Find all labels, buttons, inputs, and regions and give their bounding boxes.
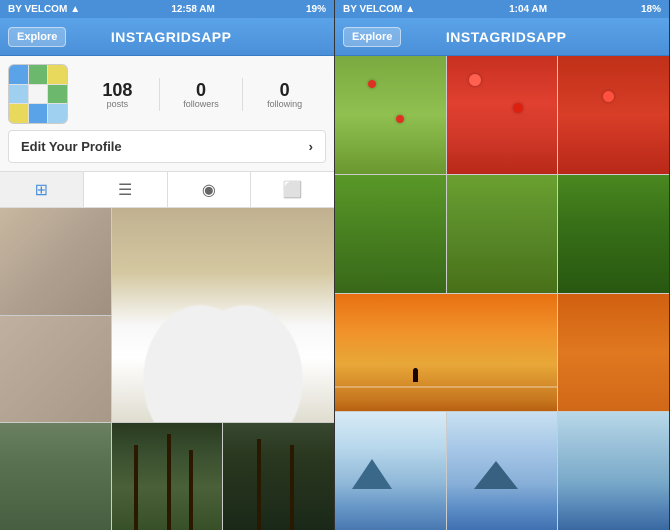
grid-cell-mountain1[interactable]	[335, 412, 446, 530]
app-title-left: INSTAGRIDSAPP	[66, 29, 276, 45]
location-icon: ◉	[202, 180, 216, 200]
person-icon: ⬜	[283, 180, 303, 200]
poppy-2	[396, 115, 404, 123]
status-left: BY VELCOM ▲	[8, 4, 80, 15]
water-horizon	[335, 386, 557, 388]
mountain-peak-1	[352, 459, 392, 489]
battery-label: 19%	[306, 4, 326, 15]
avatar-cell-4	[9, 85, 28, 104]
tab-map[interactable]: ◉	[168, 172, 252, 207]
poppy-big-1	[469, 74, 481, 86]
left-phone: BY VELCOM ▲ 12:58 AM 19% Explore INSTAGR…	[0, 0, 335, 530]
grid-icon: ⊞	[35, 180, 48, 200]
profile-row: 108 posts 0 followers 0 following	[8, 64, 326, 124]
status-right: 19%	[306, 4, 326, 15]
tree-3	[189, 450, 193, 530]
mountain-peak-2	[474, 461, 518, 489]
tab-profile[interactable]: ⬜	[251, 172, 334, 207]
grid-cell-sunset[interactable]	[335, 294, 557, 412]
nav-bar-left: Explore INSTAGRIDSAPP	[0, 18, 334, 56]
avatar	[8, 64, 68, 124]
avatar-cell-2	[29, 65, 48, 84]
carrier-label-right: BY VELCOM	[343, 4, 402, 15]
grid-cell-r5[interactable]	[447, 175, 558, 293]
grid-cell-2[interactable]	[0, 316, 111, 423]
sneaker-image	[112, 208, 334, 422]
right-phone: BY VELCOM ▲ 1:04 AM 18% Explore INSTAGRI…	[335, 0, 670, 530]
poppy-1	[368, 80, 376, 88]
avatar-cell-7	[9, 104, 28, 123]
explore-button-right[interactable]: Explore	[343, 27, 401, 47]
tree-5	[290, 445, 294, 530]
photo-grid-right	[335, 56, 669, 530]
followers-stat: 0 followers	[160, 78, 244, 111]
list-icon: ☰	[118, 180, 132, 200]
avatar-cell-8	[29, 104, 48, 123]
followers-count: 0	[164, 80, 239, 101]
tab-list[interactable]: ☰	[84, 172, 168, 207]
grid-cell-forest1[interactable]	[0, 423, 111, 530]
avatar-cell-9	[48, 104, 67, 123]
following-count: 0	[247, 80, 322, 101]
carrier-label: BY VELCOM	[8, 4, 67, 15]
person-silhouette	[413, 368, 418, 382]
app-title-right: INSTAGRIDSAPP	[401, 29, 611, 45]
poppy-big-3	[603, 91, 614, 102]
grid-cell-mountain2[interactable]	[447, 412, 558, 530]
posts-stat: 108 posts	[76, 78, 160, 111]
edit-profile-label: Edit Your Profile	[21, 139, 122, 154]
wifi-icon: ▲	[70, 4, 80, 15]
followers-label: followers	[164, 99, 239, 109]
tab-grid[interactable]: ⊞	[0, 172, 84, 207]
avatar-cell-6	[48, 85, 67, 104]
tree-2	[167, 434, 171, 530]
status-left-right: BY VELCOM ▲	[343, 4, 415, 15]
avatar-cell-1	[9, 65, 28, 84]
following-stat: 0 following	[243, 78, 326, 111]
wifi-icon-right: ▲	[405, 4, 415, 15]
grid-cell-sneakers[interactable]	[112, 208, 334, 422]
explore-button-left[interactable]: Explore	[8, 27, 66, 47]
following-label: following	[247, 99, 322, 109]
grid-cell-r4[interactable]	[335, 175, 446, 293]
nav-bar-right: Explore INSTAGRIDSAPP	[335, 18, 669, 56]
tree-1	[134, 445, 138, 530]
profile-section: 108 posts 0 followers 0 following Edit Y…	[0, 56, 334, 172]
edit-profile-button[interactable]: Edit Your Profile ›	[8, 130, 326, 163]
avatar-cell-5	[29, 85, 48, 104]
posts-label: posts	[80, 99, 155, 109]
stats-row: 108 posts 0 followers 0 following	[76, 78, 326, 111]
posts-count: 108	[80, 80, 155, 101]
grid-cell-r2[interactable]	[447, 56, 558, 174]
battery-label-right: 18%	[641, 4, 661, 15]
avatar-cell-3	[48, 65, 67, 84]
grid-cell-mountain3[interactable]	[558, 412, 669, 530]
tree-4	[257, 439, 261, 530]
grid-cell-r3[interactable]	[558, 56, 669, 174]
grid-cell-r6[interactable]	[558, 175, 669, 293]
time-label-right: 1:04 AM	[509, 4, 547, 15]
grid-cell-forest2[interactable]	[112, 423, 223, 530]
photo-grid-left	[0, 208, 334, 530]
grid-cell-r1[interactable]	[335, 56, 446, 174]
chevron-right-icon: ›	[309, 139, 313, 154]
grid-cell-sunset-r[interactable]	[558, 294, 669, 412]
grid-cell-1[interactable]	[0, 208, 111, 315]
status-bar-right: BY VELCOM ▲ 1:04 AM 18%	[335, 0, 669, 18]
status-bar-left: BY VELCOM ▲ 12:58 AM 19%	[0, 0, 334, 18]
time-label: 12:58 AM	[171, 4, 215, 15]
grid-cell-forest3[interactable]	[223, 423, 334, 530]
status-right-right: 18%	[641, 4, 661, 15]
tab-bar-left: ⊞ ☰ ◉ ⬜	[0, 172, 334, 208]
poppy-big-2	[513, 103, 523, 113]
